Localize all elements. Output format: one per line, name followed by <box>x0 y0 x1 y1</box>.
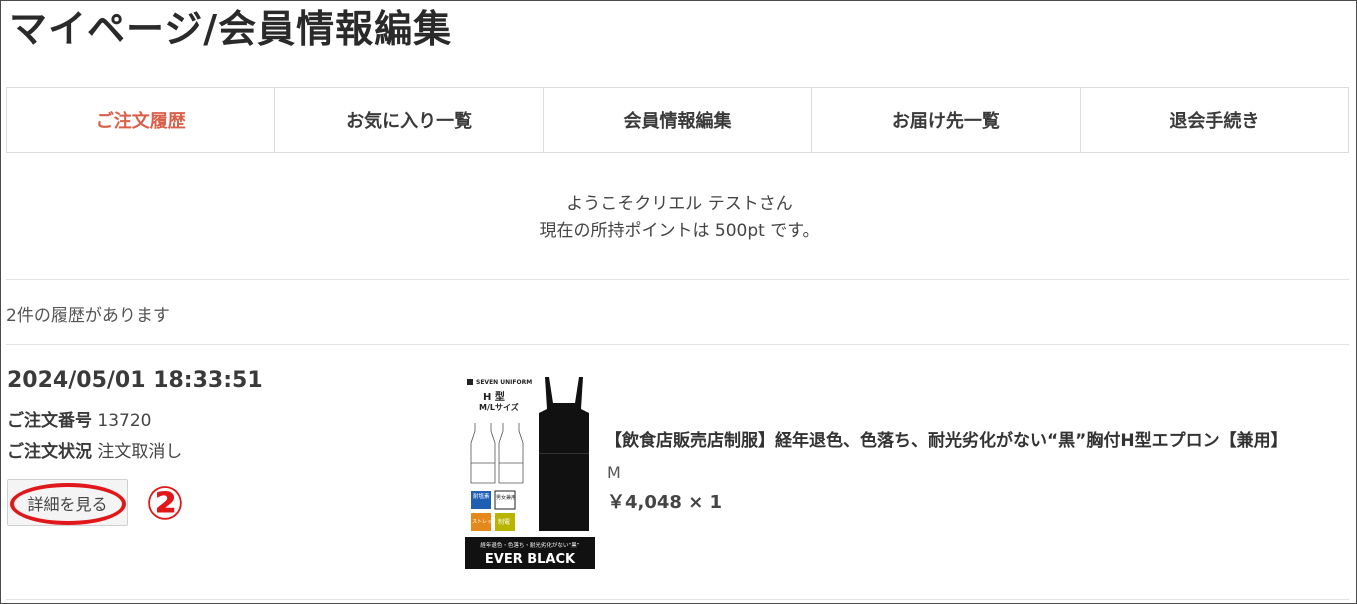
order-datetime: 2024/05/01 18:33:51 <box>7 368 263 393</box>
tab-order-history[interactable]: ご注文履歴 <box>7 88 276 152</box>
product-name[interactable]: 【飲食店販売店制服】経年退色、色落ち、耐光劣化がない“黒”胸付H型エプロン【兼用… <box>605 426 1288 451</box>
divider <box>6 279 1349 280</box>
welcome-greeting: ようこそクリエル テストさん <box>566 194 793 214</box>
tab-favorites[interactable]: お気に入り一覧 <box>275 88 544 152</box>
step-number-annotation: ② <box>145 476 185 530</box>
tab-delivery-addresses[interactable]: お届け先一覧 <box>812 88 1081 152</box>
image-brand: SEVEN UNIFORM <box>476 379 532 386</box>
history-count: 2件の履歴があります <box>6 306 170 326</box>
image-type: H 型 <box>483 390 505 403</box>
tab-member-info[interactable]: 会員情報編集 <box>544 88 813 152</box>
image-tagline: 経年退色・色落ち・耐光劣化がない“黒” <box>480 541 579 549</box>
order-status-label: ご注文状況 <box>7 442 92 462</box>
view-details-button[interactable]: 詳細を見る <box>7 479 128 526</box>
order-number-label: ご注文番号 <box>7 411 92 431</box>
image-logo-text: EVER BLACK <box>485 552 576 567</box>
order-number: 13720 <box>97 411 152 431</box>
points-balance: 現在の所持ポイントは 500pt です。 <box>539 221 820 241</box>
page-title: マイページ/会員情報編集 <box>9 7 453 51</box>
image-badge-3: ストレッチ <box>472 519 497 525</box>
brand-logo-mark <box>467 379 473 385</box>
product-size: M <box>607 463 621 482</box>
welcome-message: ようこそクリエル テストさん 現在の所持ポイントは 500pt です。 <box>1 191 1357 245</box>
mypage-tabs: ご注文履歴 お気に入り一覧 会員情報編集 お届け先一覧 退会手続き <box>6 87 1349 153</box>
image-badge-4: 制電 <box>498 518 510 526</box>
product-price: ￥4,048 × 1 <box>607 492 723 513</box>
image-badge-1: 耐塩素 <box>473 492 490 500</box>
image-sizes: M/Lサイズ <box>479 402 519 412</box>
order-number-row: ご注文番号 13720 <box>7 406 152 431</box>
divider <box>6 599 1349 600</box>
order-status: 注文取消し <box>97 442 183 462</box>
tab-withdrawal[interactable]: 退会手続き <box>1081 88 1348 152</box>
divider <box>6 344 1349 345</box>
image-badge-2: 男女兼用 <box>496 494 516 501</box>
product-thumbnail[interactable]: SEVEN UNIFORM H 型 M/Lサイズ 耐塩素 男女兼用 ストレッチ … <box>465 373 595 569</box>
order-status-row: ご注文状況 注文取消し <box>7 437 182 462</box>
